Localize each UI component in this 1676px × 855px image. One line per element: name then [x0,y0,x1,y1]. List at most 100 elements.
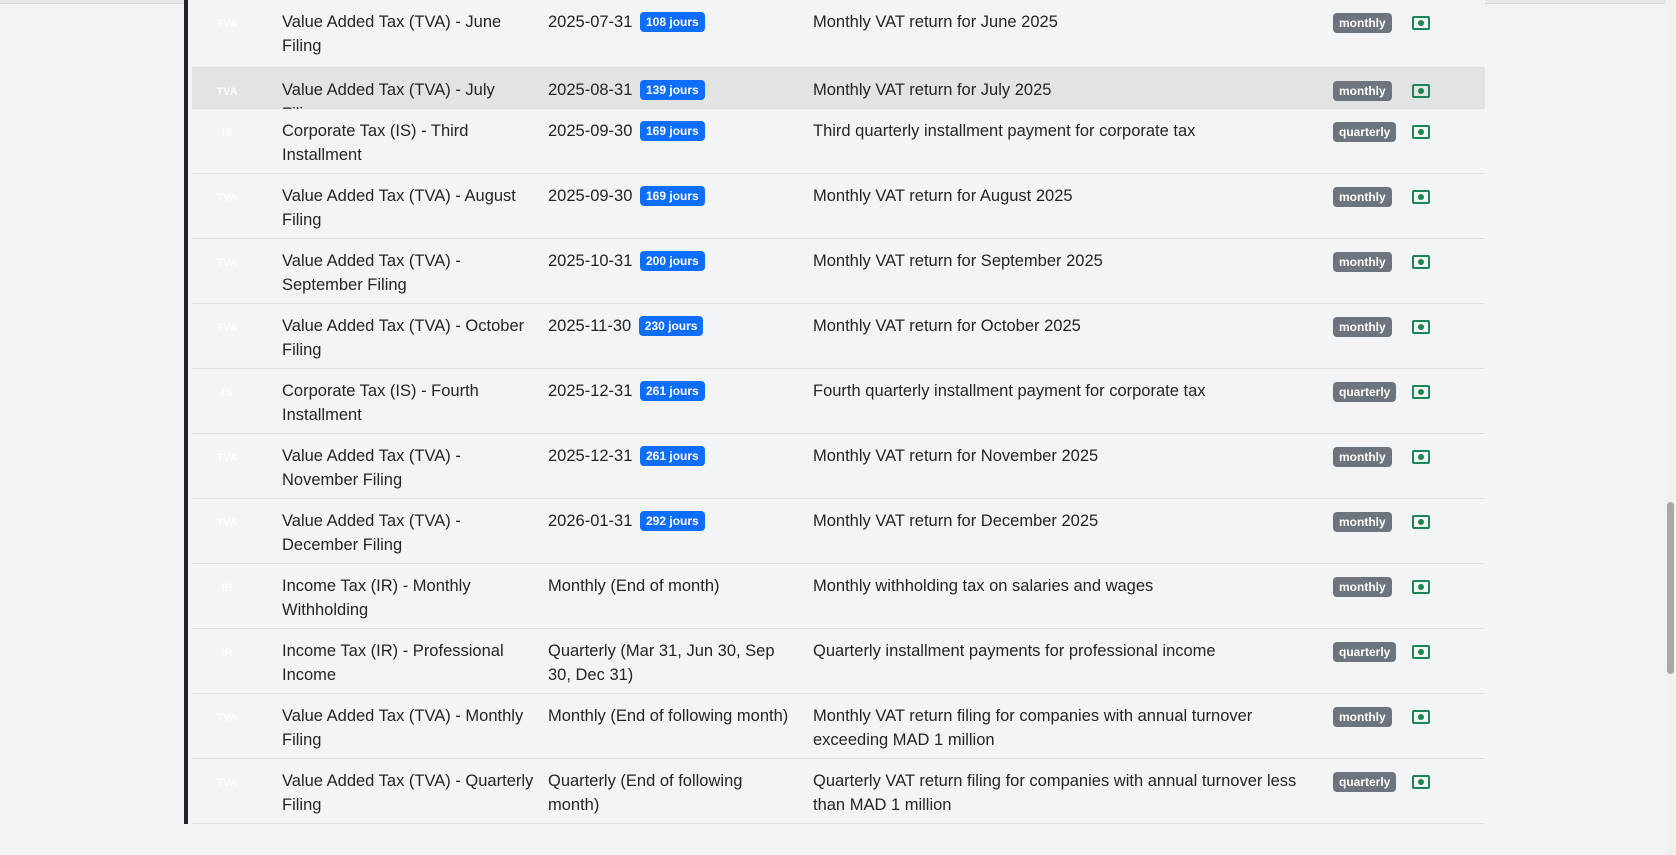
view-button[interactable] [1412,577,1430,601]
due-date-cell: Quarterly (End of following month) [548,769,798,817]
vertical-scrollbar[interactable] [1665,0,1676,855]
table-row[interactable]: TVA Value Added Tax (TVA) - June Filing 20… [192,0,1485,68]
due-date: 2025-08-31 [548,81,633,99]
tax-name: Value Added Tax (TVA) - November Filing [282,447,461,489]
days-remaining-badge: 230 jours [638,316,704,336]
view-icon[interactable] [1412,645,1430,659]
tax-description: Monthly VAT return for July 2025 [813,81,1052,99]
due-date-cell: 2025-09-30 169 jours [548,184,798,208]
due-date: 2025-12-31 [548,382,633,400]
due-date-cell: Monthly (End of following month) [548,704,798,728]
tax-code-label: IS [221,127,233,139]
tax-code-label: IR [221,647,233,659]
tax-code-label: TVA [216,86,238,98]
frequency-cell: quarterly [1333,379,1397,403]
frequency-cell: monthly [1333,444,1392,468]
view-icon[interactable] [1412,710,1430,724]
view-icon[interactable] [1412,515,1430,529]
table-row[interactable]: TVA Value Added Tax (TVA) - August Filing… [192,174,1485,239]
table-row[interactable]: IR Income Tax (IR) - Monthly Withholding M… [192,564,1485,629]
due-date-cell: Monthly (End of month) [548,574,798,598]
view-icon[interactable] [1412,580,1430,594]
view-button[interactable] [1412,642,1430,666]
view-button[interactable] [1412,252,1430,276]
table-row[interactable]: TVA Value Added Tax (TVA) - Monthly Filin… [192,694,1485,759]
tax-name: Value Added Tax (TVA) - September Filing [282,252,461,294]
view-button[interactable] [1412,707,1430,731]
view-icon[interactable] [1412,320,1430,334]
days-remaining-badge: 261 jours [640,381,705,401]
tax-description: Monthly VAT return for December 2025 [813,512,1099,530]
tax-code-label: TVA [216,777,238,789]
due-date-cell: 2025-10-31 200 jours [548,249,798,273]
view-icon[interactable] [1412,84,1430,98]
view-button[interactable] [1412,81,1430,105]
view-button[interactable] [1412,772,1430,796]
view-button[interactable] [1412,382,1430,406]
table-row[interactable]: TVA Value Added Tax (TVA) - November Fili… [192,434,1485,499]
frequency-badge: quarterly [1333,772,1397,792]
view-icon[interactable] [1412,385,1430,399]
due-date-cell: 2025-08-31 139 jours [548,78,798,102]
table-row[interactable]: TVA Value Added Tax (TVA) - September Fil… [192,239,1485,304]
due-date: Quarterly (Mar 31, Jun 30, Sep 30, Dec 3… [548,642,775,684]
view-icon[interactable] [1412,190,1430,204]
view-button[interactable] [1412,13,1430,37]
view-icon[interactable] [1412,125,1430,139]
days-remaining-badge: 261 jours [640,446,705,466]
due-date: 2025-10-31 [548,252,633,270]
frequency-badge: quarterly [1333,122,1397,142]
tax-code-label: IR [221,582,233,594]
tax-description: Third quarterly installment payment for … [813,122,1196,140]
frequency-badge: monthly [1333,13,1392,33]
tax-description: Monthly VAT return for August 2025 [813,187,1073,205]
table-row[interactable]: IR Income Tax (IR) - Professional Income Q… [192,629,1485,694]
frequency-cell: monthly [1333,509,1392,533]
frequency-badge: monthly [1333,577,1392,597]
view-icon[interactable] [1412,16,1430,30]
frequency-cell: quarterly [1333,639,1397,663]
tax-description: Quarterly VAT return filing for companie… [813,772,1297,814]
due-date: 2025-11-30 [548,317,632,335]
tax-code-label: TVA [216,322,238,334]
frequency-cell: monthly [1333,78,1392,102]
table-row[interactable]: TVAValue Added Tax (TVA) - July Filing20… [192,68,1485,123]
due-date: Quarterly (End of following month) [548,772,743,814]
view-icon[interactable] [1412,255,1430,269]
tax-description: Monthly VAT return for October 2025 [813,317,1081,335]
view-button[interactable] [1412,447,1430,471]
due-date: 2026-01-31 [548,512,633,530]
tax-description: Monthly VAT return for June 2025 [813,13,1058,31]
frequency-cell: monthly [1333,249,1392,273]
view-icon[interactable] [1412,450,1430,464]
view-button[interactable] [1412,187,1430,211]
table-row[interactable]: TVA Value Added Tax (TVA) - Quarterly Fil… [192,759,1485,824]
view-icon[interactable] [1412,775,1430,789]
due-date-cell: Quarterly (Mar 31, Jun 30, Sep 30, Dec 3… [548,639,798,687]
tax-code-label: IS [221,387,233,399]
table-row[interactable]: TVA Value Added Tax (TVA) - December Fili… [192,499,1485,564]
table-row[interactable]: TVA Value Added Tax (TVA) - October Filin… [192,304,1485,369]
frequency-cell: monthly [1333,10,1392,34]
tax-name: Corporate Tax (IS) - Third Installment [282,122,469,164]
scrollbar-thumb[interactable] [1667,502,1674,674]
tax-code-label: TVA [216,192,238,204]
due-date: Monthly (End of month) [548,577,720,595]
frequency-cell: monthly [1333,184,1392,208]
tax-code-label: TVA [216,18,238,30]
view-button[interactable] [1412,122,1430,146]
frequency-cell: quarterly [1333,119,1397,143]
tax-name: Corporate Tax (IS) - Fourth Installment [282,382,479,424]
table-row[interactable]: IS Corporate Tax (IS) - Third Installment… [192,109,1485,174]
frequency-cell: monthly [1333,704,1392,728]
view-button[interactable] [1412,512,1430,536]
tax-calendar-table: TVA Value Added Tax (TVA) - June Filing 20… [184,0,1485,824]
frequency-badge: quarterly [1333,382,1397,402]
frequency-cell: monthly [1333,314,1392,338]
days-remaining-badge: 200 jours [640,251,705,271]
days-remaining-badge: 169 jours [640,121,705,141]
due-date: 2025-12-31 [548,447,633,465]
view-button[interactable] [1412,317,1430,341]
tax-name: Value Added Tax (TVA) - Monthly Filing [282,707,524,749]
table-row[interactable]: IS Corporate Tax (IS) - Fourth Installmen… [192,369,1485,434]
